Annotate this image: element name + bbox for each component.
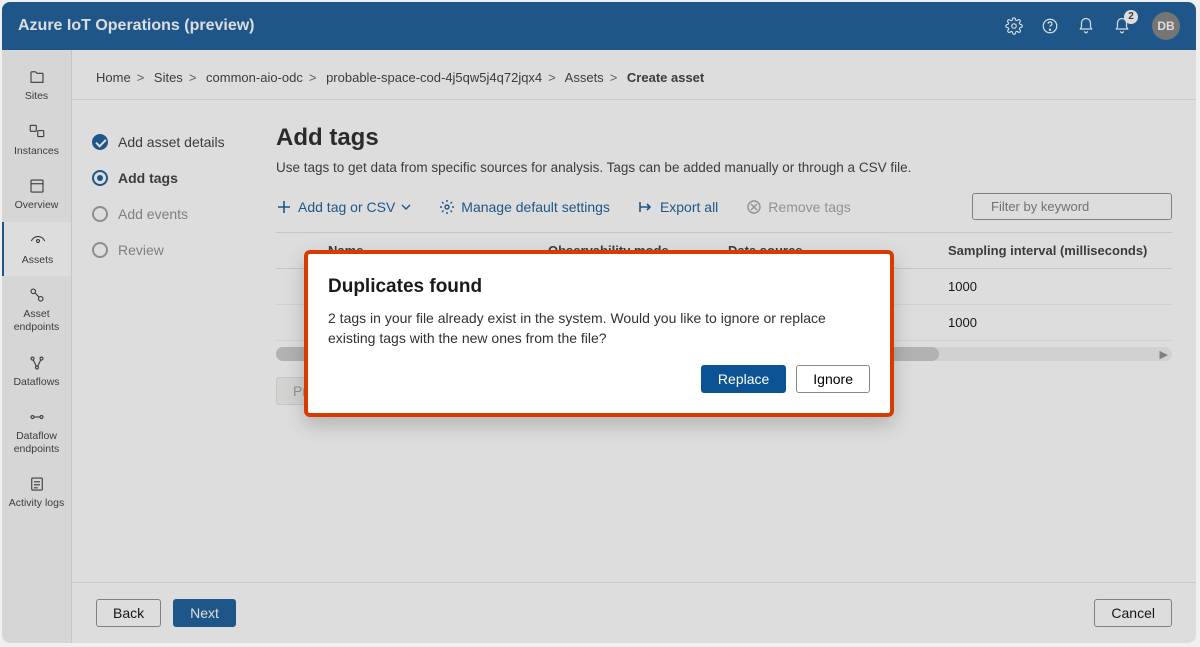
duplicates-dialog: Duplicates found 2 tags in your file alr… (304, 250, 894, 417)
modal-overlay: Duplicates found 2 tags in your file alr… (2, 2, 1196, 643)
replace-button[interactable]: Replace (701, 365, 786, 393)
ignore-button[interactable]: Ignore (796, 365, 870, 393)
dialog-title: Duplicates found (328, 276, 870, 298)
dialog-body: 2 tags in your file already exist in the… (328, 308, 870, 349)
